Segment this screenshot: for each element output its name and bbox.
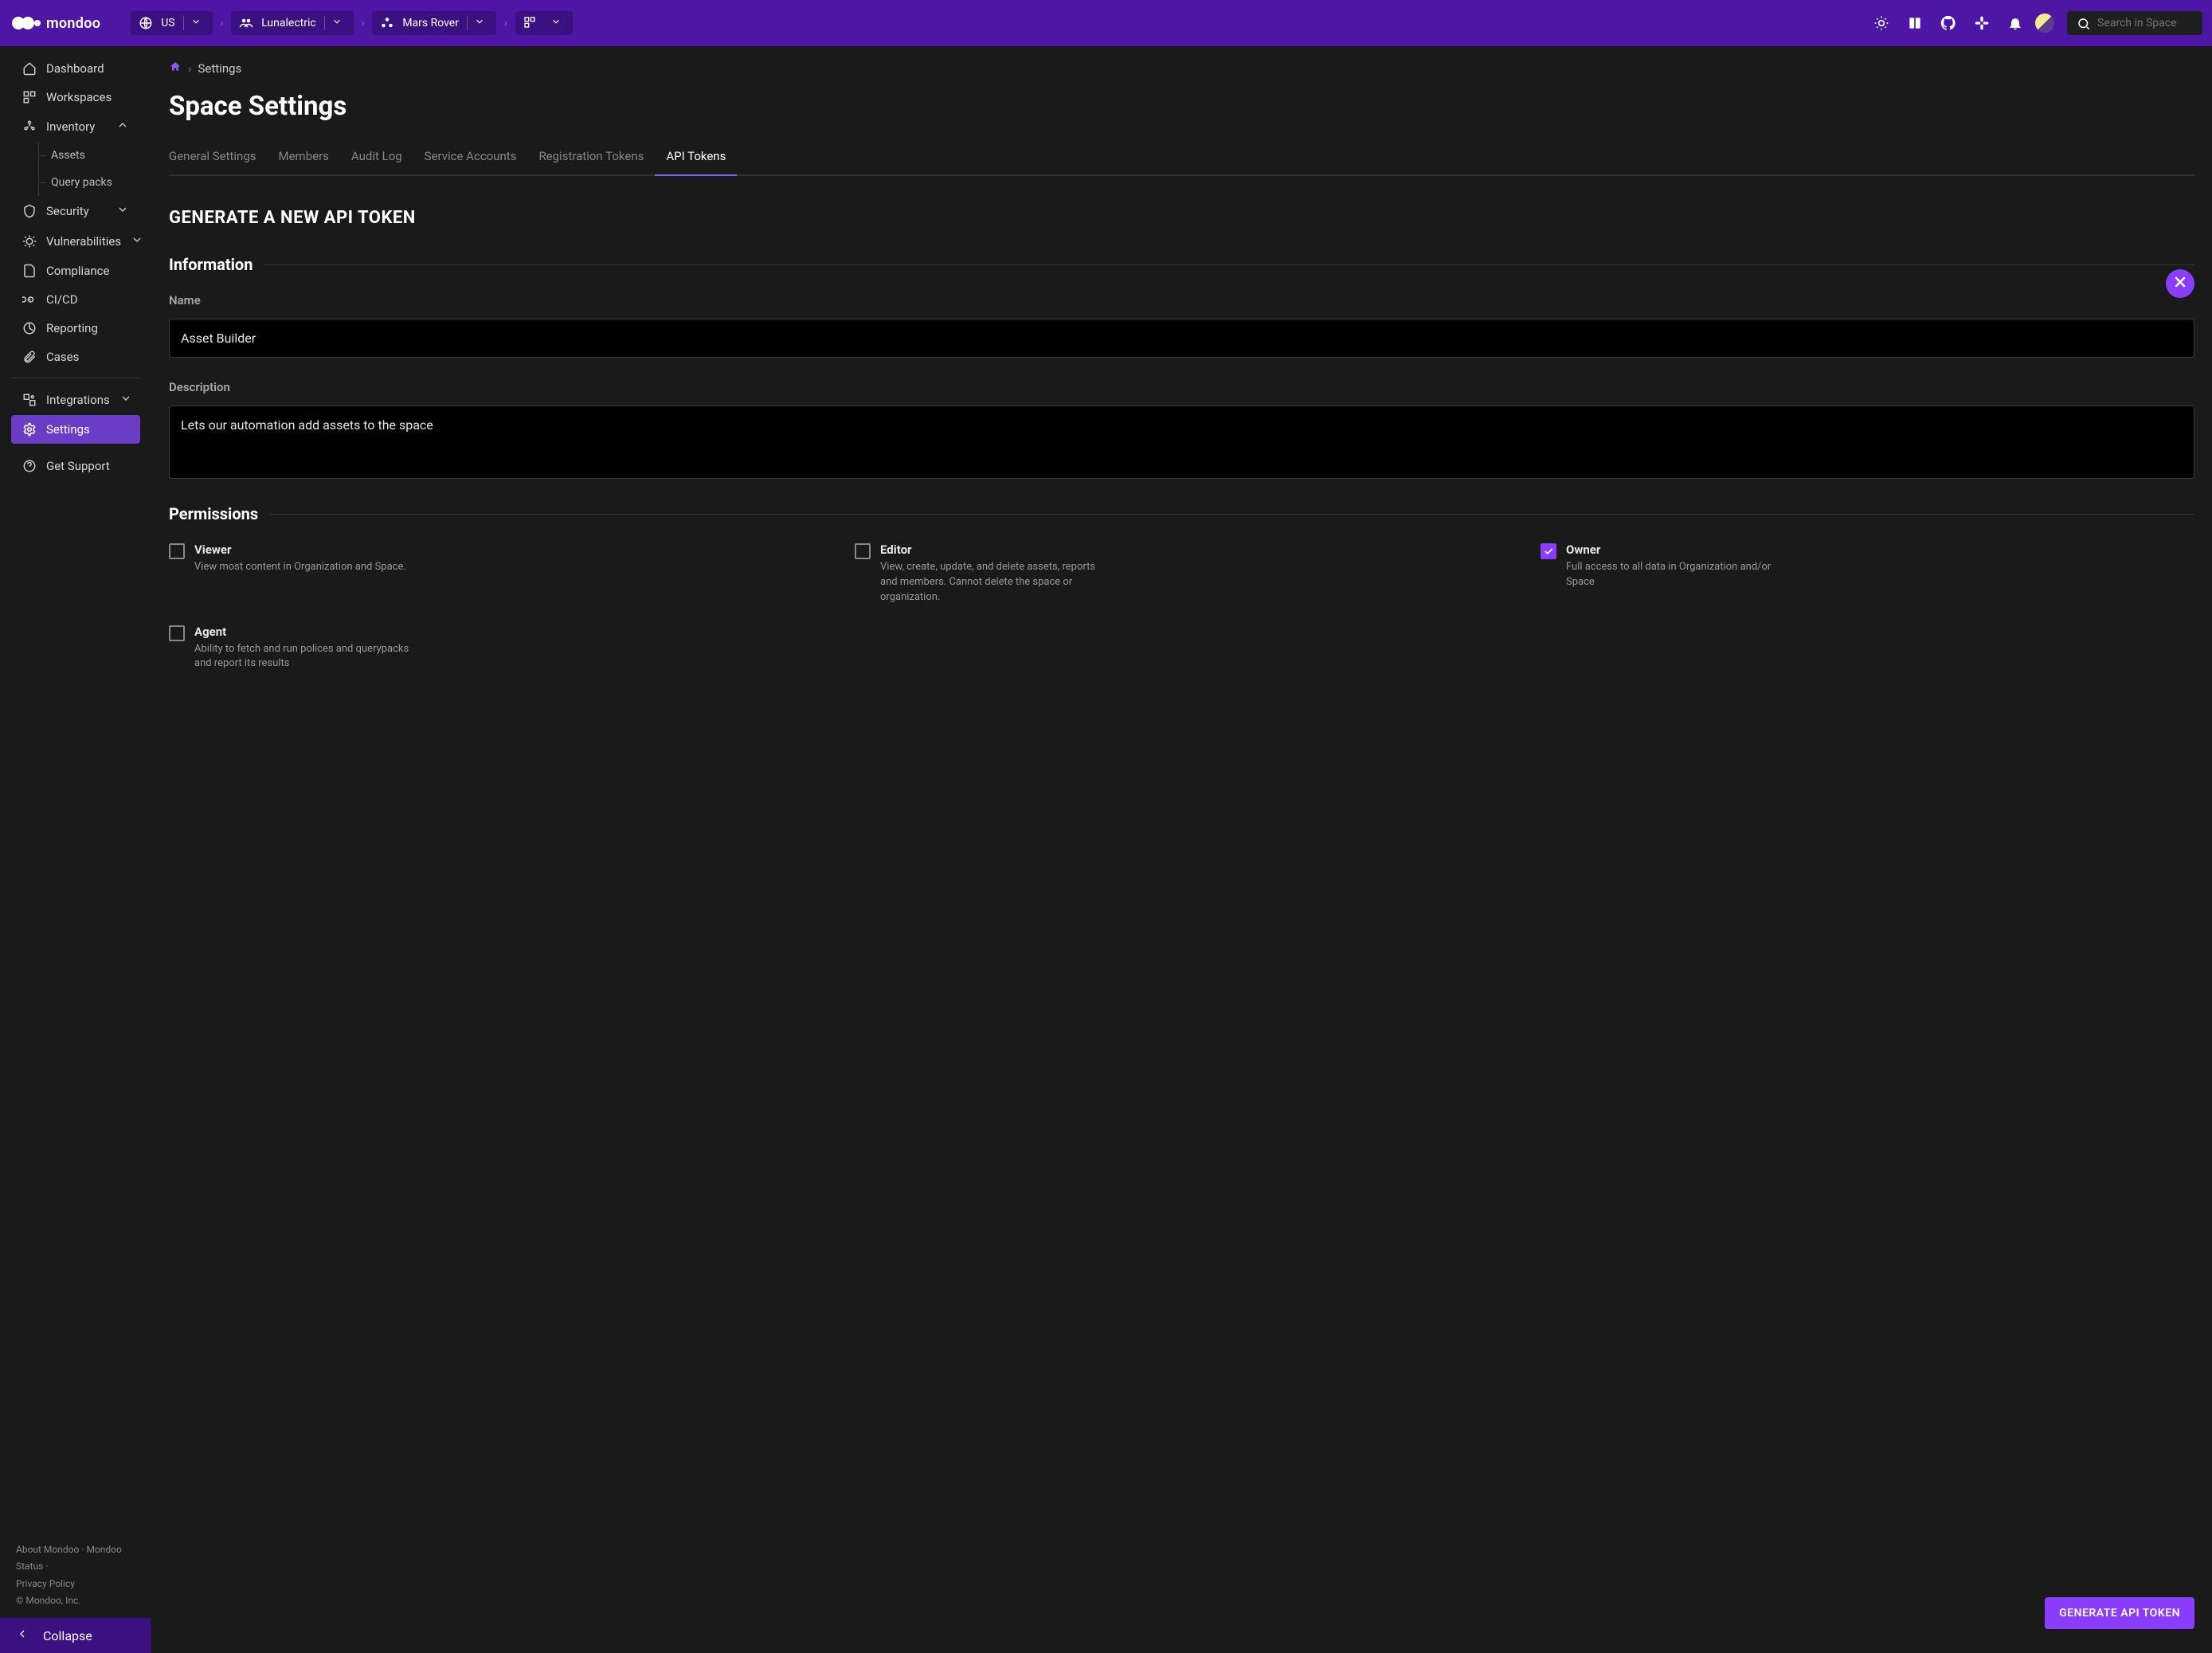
permissions-grid: Viewer View most content in Organization… bbox=[169, 543, 2194, 672]
logo-icon bbox=[11, 16, 40, 30]
copyright: © Mondoo, Inc. bbox=[16, 1595, 80, 1606]
chevron-down-icon bbox=[331, 16, 346, 30]
chevron-down-icon bbox=[131, 233, 143, 249]
section-permissions: Permissions bbox=[169, 504, 2194, 523]
privacy-link[interactable]: Privacy Policy bbox=[16, 1578, 75, 1589]
chevron-left-icon bbox=[16, 1628, 29, 1643]
brand-logo[interactable]: mondoo bbox=[11, 15, 100, 32]
document-icon bbox=[22, 264, 37, 278]
chevron-down-icon bbox=[116, 203, 129, 219]
region-selector[interactable]: US bbox=[131, 11, 212, 35]
permission-owner: Owner Full access to all data in Organiz… bbox=[1541, 543, 2194, 605]
workspaces-icon bbox=[22, 90, 37, 104]
sidebar-item-compliance[interactable]: Compliance bbox=[11, 257, 140, 285]
sidebar-item-cases[interactable]: Cases bbox=[11, 343, 140, 371]
topbar: mondoo US › Lunalectric › Mars Rover › bbox=[0, 0, 2212, 46]
grid-icon bbox=[523, 16, 538, 30]
chevron-up-icon bbox=[116, 119, 129, 135]
panel-title: GENERATE A NEW API TOKEN bbox=[169, 208, 2194, 228]
sidebar-item-cicd[interactable]: CI/CD bbox=[11, 285, 140, 314]
home-icon bbox=[22, 61, 37, 76]
tab-registration-tokens[interactable]: Registration Tokens bbox=[538, 149, 644, 174]
chart-icon bbox=[22, 321, 37, 335]
collapse-sidebar[interactable]: Collapse bbox=[0, 1618, 151, 1653]
permission-viewer: Viewer View most content in Organization… bbox=[169, 543, 823, 605]
page-title: Space Settings bbox=[169, 91, 2194, 122]
github-icon[interactable] bbox=[1935, 10, 1962, 37]
help-icon bbox=[22, 459, 37, 473]
tab-api-tokens[interactable]: API Tokens bbox=[666, 149, 726, 174]
space-icon bbox=[380, 16, 394, 30]
sidebar-item-integrations[interactable]: Integrations bbox=[11, 385, 140, 415]
brand-name: mondoo bbox=[46, 15, 100, 32]
close-button[interactable] bbox=[2166, 269, 2194, 298]
chevron-down-icon bbox=[550, 16, 565, 30]
puzzle-icon bbox=[22, 393, 37, 407]
breadcrumb-sep: › bbox=[219, 18, 225, 29]
checkbox-editor[interactable] bbox=[855, 543, 871, 559]
checkbox-viewer[interactable] bbox=[169, 543, 185, 559]
sidebar-item-settings[interactable]: Settings bbox=[11, 415, 140, 444]
sidebar-item-reporting[interactable]: Reporting bbox=[11, 314, 140, 343]
checkbox-owner[interactable] bbox=[1541, 543, 1556, 559]
tab-general[interactable]: General Settings bbox=[169, 149, 256, 174]
home-icon[interactable] bbox=[169, 61, 182, 76]
main-content: › Settings Space Settings General Settin… bbox=[151, 46, 2212, 1653]
slack-icon[interactable] bbox=[1968, 10, 1995, 37]
permission-editor: Editor View, create, update, and delete … bbox=[855, 543, 1509, 605]
breadcrumb: › Settings bbox=[169, 61, 2194, 76]
search-box[interactable] bbox=[2067, 11, 2202, 35]
search-input[interactable] bbox=[2097, 17, 2193, 29]
infinity-icon bbox=[22, 292, 37, 307]
workspace-selector[interactable] bbox=[515, 11, 573, 35]
docs-icon[interactable] bbox=[1901, 10, 1928, 37]
avatar[interactable] bbox=[2035, 14, 2054, 33]
about-link[interactable]: About Mondoo bbox=[16, 1544, 79, 1555]
name-label: Name bbox=[169, 293, 2194, 307]
breadcrumb-current: Settings bbox=[198, 61, 242, 76]
tab-members[interactable]: Members bbox=[279, 149, 329, 174]
breadcrumb-sep: › bbox=[503, 18, 509, 29]
description-label: Description bbox=[169, 380, 2194, 394]
sidebar-item-inventory[interactable]: Inventory bbox=[11, 112, 140, 142]
org-selector[interactable]: Lunalectric bbox=[231, 11, 354, 35]
tab-audit-log[interactable]: Audit Log bbox=[351, 149, 402, 174]
shield-icon bbox=[22, 204, 37, 218]
tabs: General Settings Members Audit Log Servi… bbox=[169, 149, 2194, 176]
permission-agent: Agent Ability to fetch and run polices a… bbox=[169, 625, 823, 672]
chevron-down-icon bbox=[190, 16, 205, 30]
sidebar: Dashboard Workspaces Inventory Assets Qu… bbox=[0, 46, 151, 1653]
chevron-down-icon bbox=[474, 16, 488, 30]
sidebar-item-vulnerabilities[interactable]: Vulnerabilities bbox=[11, 226, 140, 257]
space-selector[interactable]: Mars Rover bbox=[372, 11, 496, 35]
notifications-icon[interactable] bbox=[2002, 10, 2029, 37]
gear-icon bbox=[22, 422, 37, 437]
tab-service-accounts[interactable]: Service Accounts bbox=[425, 149, 517, 174]
search-icon bbox=[2077, 16, 2091, 30]
description-input[interactable] bbox=[169, 405, 2194, 479]
bug-icon bbox=[22, 234, 37, 249]
section-information: Information bbox=[169, 255, 2194, 274]
sidebar-item-dashboard[interactable]: Dashboard bbox=[11, 54, 140, 83]
paperclip-icon bbox=[22, 350, 37, 364]
sidebar-item-support[interactable]: Get Support bbox=[11, 452, 140, 480]
breadcrumb-sep: › bbox=[360, 18, 366, 29]
generate-api-token-button[interactable]: GENERATE API TOKEN bbox=[2045, 1597, 2194, 1629]
name-input[interactable] bbox=[169, 319, 2194, 358]
sidebar-item-security[interactable]: Security bbox=[11, 196, 140, 226]
checkbox-agent[interactable] bbox=[169, 625, 185, 641]
sidebar-footer: About Mondoo · Mondoo Status · Privacy P… bbox=[0, 1534, 151, 1618]
chevron-down-icon bbox=[119, 392, 132, 408]
globe-icon bbox=[139, 16, 153, 30]
sidebar-item-query-packs[interactable]: Query packs bbox=[11, 169, 140, 196]
sidebar-item-assets[interactable]: Assets bbox=[11, 142, 140, 169]
theme-toggle[interactable] bbox=[1868, 10, 1895, 37]
sidebar-item-workspaces[interactable]: Workspaces bbox=[11, 83, 140, 112]
org-icon bbox=[239, 16, 253, 30]
close-icon bbox=[2172, 274, 2188, 293]
inventory-icon bbox=[22, 119, 37, 134]
